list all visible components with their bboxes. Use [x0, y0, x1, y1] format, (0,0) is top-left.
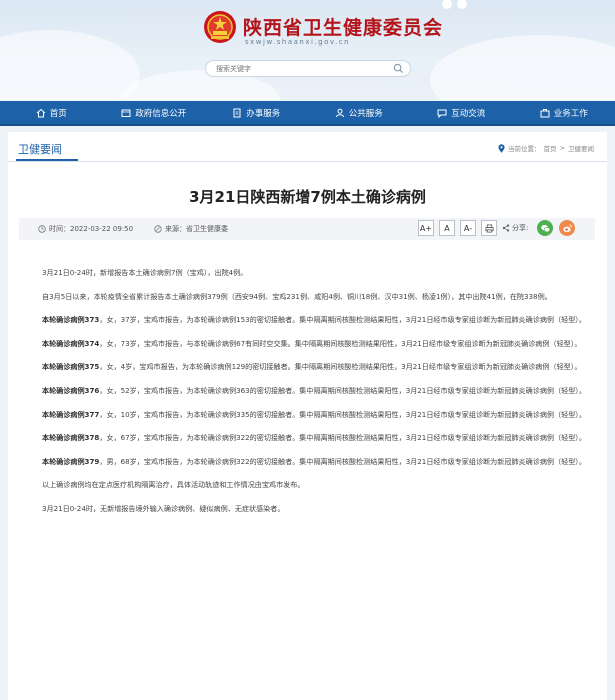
national-emblem-icon: [204, 11, 236, 43]
section-header: 卫健要闻 当前位置： 首页 > 卫健要闻: [8, 132, 607, 162]
font-default-button[interactable]: A: [439, 220, 455, 236]
search-box: [205, 60, 411, 77]
nav-item-gov-info[interactable]: 政府信息公开: [103, 101, 206, 124]
paragraph: 以上确诊病例均在定点医疗机构隔离治疗，具体活动轨迹和工作情况由宝鸡市发布。: [42, 480, 305, 490]
case-paragraph: 本轮确诊病例379，男，68岁，宝鸡市报告，为本轮确诊病例322的密切接触者。集…: [28, 454, 596, 470]
nav-label: 业务工作: [553, 108, 588, 119]
nav-label: 办事服务: [246, 108, 281, 119]
case-text: ，女，37岁，宝鸡市报告，为本轮确诊病例153的密切接触者。集中隔离期间核酸检测…: [99, 315, 586, 325]
case-paragraph: 本轮确诊病例377，女，10岁，宝鸡市报告，为本轮确诊病例335的密切接触者。集…: [28, 407, 596, 423]
case-text: ，女，67岁，宝鸡市报告，为本轮确诊病例322的密切接触者。集中隔离期间核酸检测…: [99, 433, 586, 443]
article-tools: A+ A A- 分享:: [418, 220, 581, 236]
case-label: 本轮确诊病例379: [42, 456, 100, 466]
case-text: ，女，52岁，宝鸡市报告，为本轮确诊病例363的密切接触者。集中隔离期间核酸检测…: [99, 385, 586, 395]
case-label: 本轮确诊病例375: [42, 362, 100, 372]
article-time: 时间：2022-03-22 09:50: [38, 224, 133, 234]
briefcase-icon: [540, 108, 550, 117]
weibo-icon: [563, 223, 572, 232]
case-label: 本轮确诊病例376: [42, 385, 100, 395]
people-icon: [335, 108, 344, 117]
article-time-text: 时间：2022-03-22 09:50: [49, 225, 134, 233]
case-text: ，男，68岁，宝鸡市报告，为本轮确诊病例322的密切接触者。集中隔离期间核酸检测…: [99, 456, 586, 466]
case-paragraph: 本轮确诊病例374，女，73岁，宝鸡市报告，与本轮确诊病例67有同时空交集。集中…: [28, 336, 596, 352]
nav-item-services[interactable]: 办事服务: [205, 101, 308, 124]
case-paragraph: 本轮确诊病例373，女，37岁，宝鸡市报告，为本轮确诊病例153的密切接触者。集…: [28, 312, 596, 328]
site-title[interactable]: 陕西省卫生健康委员会: [243, 13, 443, 40]
article-source-text: 来源：省卫生健康委: [165, 225, 228, 233]
nav-label: 政府信息公开: [135, 108, 187, 119]
nav-item-home[interactable]: 首页: [0, 101, 103, 124]
case-paragraph: 本轮确诊病例376，女，52岁，宝鸡市报告，为本轮确诊病例363的密切接触者。集…: [28, 383, 596, 399]
article-body: 3月21日0-24时，新增报告本土确诊病例7例（宝鸡），出院4例。 自3月5日以…: [28, 265, 596, 525]
main-nav: 首页 政府信息公开 办事服务 公共服务 互动交流 业务工作: [0, 101, 615, 126]
breadcrumb-current[interactable]: 卫健要闻: [568, 143, 594, 153]
site-header: 陕西省卫生健康委员会 sxwjw.shaanxi.gov.cn: [0, 0, 615, 100]
nav-item-interaction[interactable]: 互动交流: [410, 101, 513, 124]
case-paragraph: 本轮确诊病例375，女，4岁，宝鸡市报告，为本轮确诊病例129的密切接触者。集中…: [28, 359, 596, 375]
nav-label: 互动交流: [451, 108, 486, 119]
search-input[interactable]: [216, 63, 386, 75]
case-text: ，女，73岁，宝鸡市报告，与本轮确诊病例67有同时空交集。集中隔离期间核酸检测结…: [99, 338, 582, 348]
nav-item-public-services[interactable]: 公共服务: [308, 101, 411, 124]
case-label: 本轮确诊病例373: [42, 315, 100, 325]
location-pin-icon: [498, 143, 505, 153]
paragraph: 3月21日0-24时，新增报告本土确诊病例7例（宝鸡），出院4例。: [42, 268, 248, 277]
breadcrumb: 当前位置： 首页 > 卫健要闻: [498, 143, 597, 153]
weibo-share-button[interactable]: [559, 220, 576, 236]
wechat-icon: [541, 224, 550, 232]
print-button[interactable]: [481, 220, 497, 236]
content-panel: 卫健要闻 当前位置： 首页 > 卫健要闻 3月21日陕西新增7例本土确诊病例 时…: [8, 132, 607, 700]
source-icon: [154, 225, 162, 233]
article-meta-bar: 时间：2022-03-22 09:50 来源：省卫生健康委 A+ A A- 分享…: [19, 218, 595, 240]
section-underline: [16, 159, 78, 161]
section-title[interactable]: 卫健要闻: [18, 141, 62, 157]
chat-icon: [437, 109, 447, 118]
breadcrumb-home[interactable]: 首页: [544, 143, 557, 153]
case-label: 本轮确诊病例374: [42, 338, 100, 348]
case-text: ，女，4岁，宝鸡市报告，为本轮确诊病例129的密切接触者。集中隔离期间核酸检测结…: [99, 362, 582, 372]
home-icon: [36, 108, 46, 117]
nav-label: 公共服务: [348, 108, 383, 119]
case-label: 本轮确诊病例377: [42, 409, 100, 419]
breadcrumb-separator: >: [559, 144, 565, 152]
folder-icon: [121, 109, 131, 117]
font-increase-button[interactable]: A+: [418, 220, 434, 236]
site-url: sxwjw.shaanxi.gov.cn: [245, 38, 351, 46]
print-icon: [484, 223, 494, 233]
breadcrumb-prefix: 当前位置：: [508, 145, 541, 153]
paragraph: 3月21日0-24时，无新增报告境外输入确诊病例、疑似病例、无症状感染者。: [42, 503, 285, 513]
article-source: 来源：省卫生健康委: [154, 224, 228, 234]
share-label: 分享:: [502, 223, 528, 233]
nav-label: 首页: [49, 108, 67, 119]
nav-item-business[interactable]: 业务工作: [513, 101, 615, 124]
wechat-share-button[interactable]: [537, 220, 554, 236]
case-text: ，女，10岁，宝鸡市报告，为本轮确诊病例335的密切接触者。集中隔离期间核酸检测…: [99, 409, 586, 419]
share-label-text: 分享:: [512, 224, 529, 232]
clock-icon: [38, 225, 46, 233]
header-dots: [442, 0, 472, 13]
article-title: 3月21日陕西新增7例本土确诊病例: [189, 188, 426, 206]
paragraph: 自3月5日以来，本轮疫情全省累计报告本土确诊病例379例（西安94例、宝鸡231…: [42, 291, 552, 301]
font-decrease-button[interactable]: A-: [460, 220, 476, 236]
case-paragraph: 本轮确诊病例378，女，67岁，宝鸡市报告，为本轮确诊病例322的密切接触者。集…: [28, 430, 596, 446]
document-icon: [233, 108, 241, 117]
search-icon[interactable]: [393, 63, 404, 74]
case-label: 本轮确诊病例378: [42, 433, 100, 443]
share-icon: [502, 224, 510, 232]
